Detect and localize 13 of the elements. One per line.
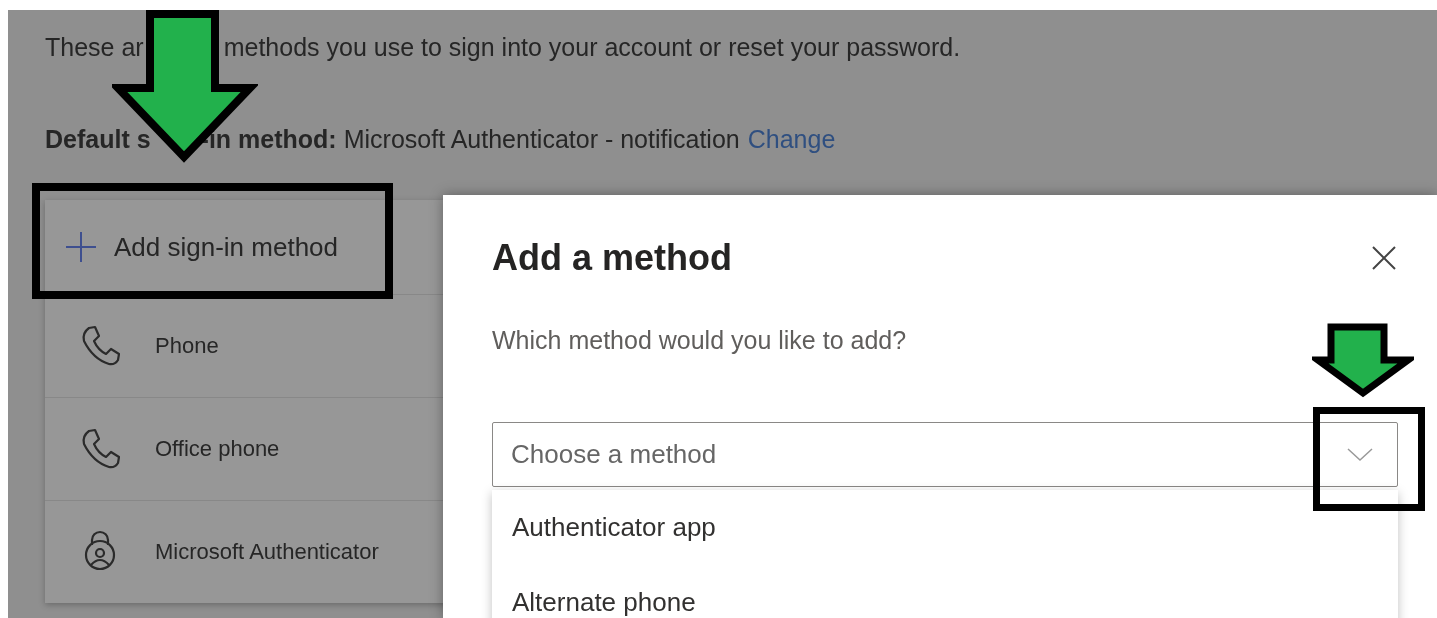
intro-text: methods you use to sign into your account or reset your password. — [223, 32, 961, 62]
dropdown-option[interactable]: Authenticator app — [492, 490, 1398, 565]
dialog-title: Add a method — [492, 237, 732, 279]
default-method-value: Microsoft Authenticator - notification — [343, 124, 740, 154]
method-name: Office phone — [155, 436, 280, 462]
prompt-text: Which method would you like to add? — [492, 325, 907, 355]
method-name: Phone — [155, 333, 219, 359]
method-name: Microsoft Authenticator — [155, 539, 379, 565]
method-dropdown[interactable]: Choose a method — [492, 422, 1398, 487]
default-method-label: Default s — [45, 124, 151, 154]
intro-text: These ar — [45, 32, 144, 62]
dropdown-option[interactable]: Alternate phone — [492, 565, 1398, 618]
add-sign-in-method-button[interactable]: Add sign-in method — [45, 212, 349, 282]
